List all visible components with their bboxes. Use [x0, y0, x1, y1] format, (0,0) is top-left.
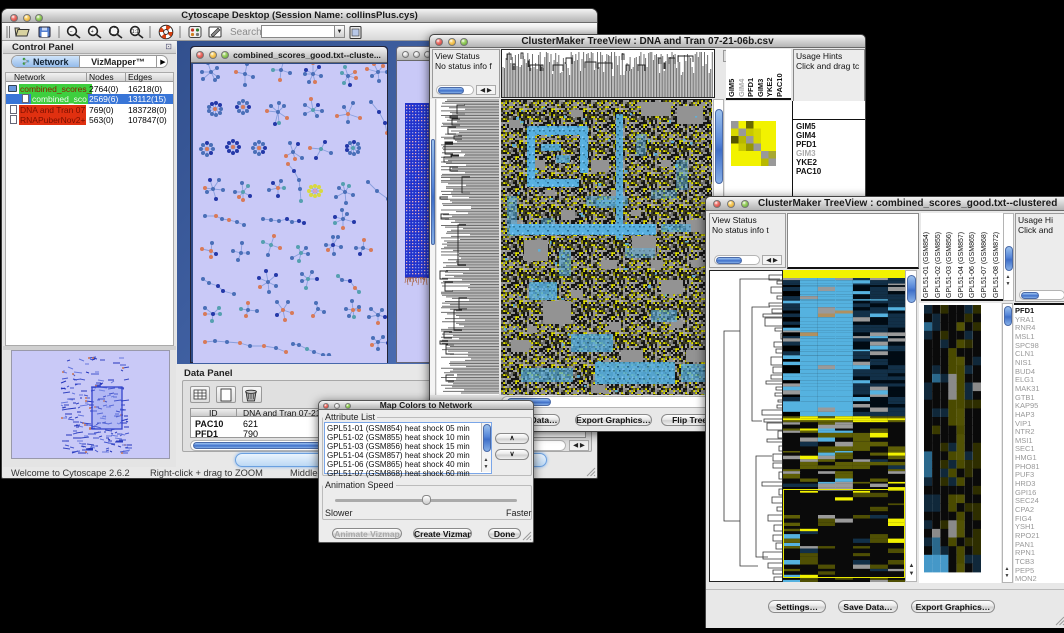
- svg-text:1:1: 1:1: [132, 29, 139, 35]
- svg-text:+: +: [91, 29, 94, 35]
- svg-text:−: −: [70, 29, 73, 35]
